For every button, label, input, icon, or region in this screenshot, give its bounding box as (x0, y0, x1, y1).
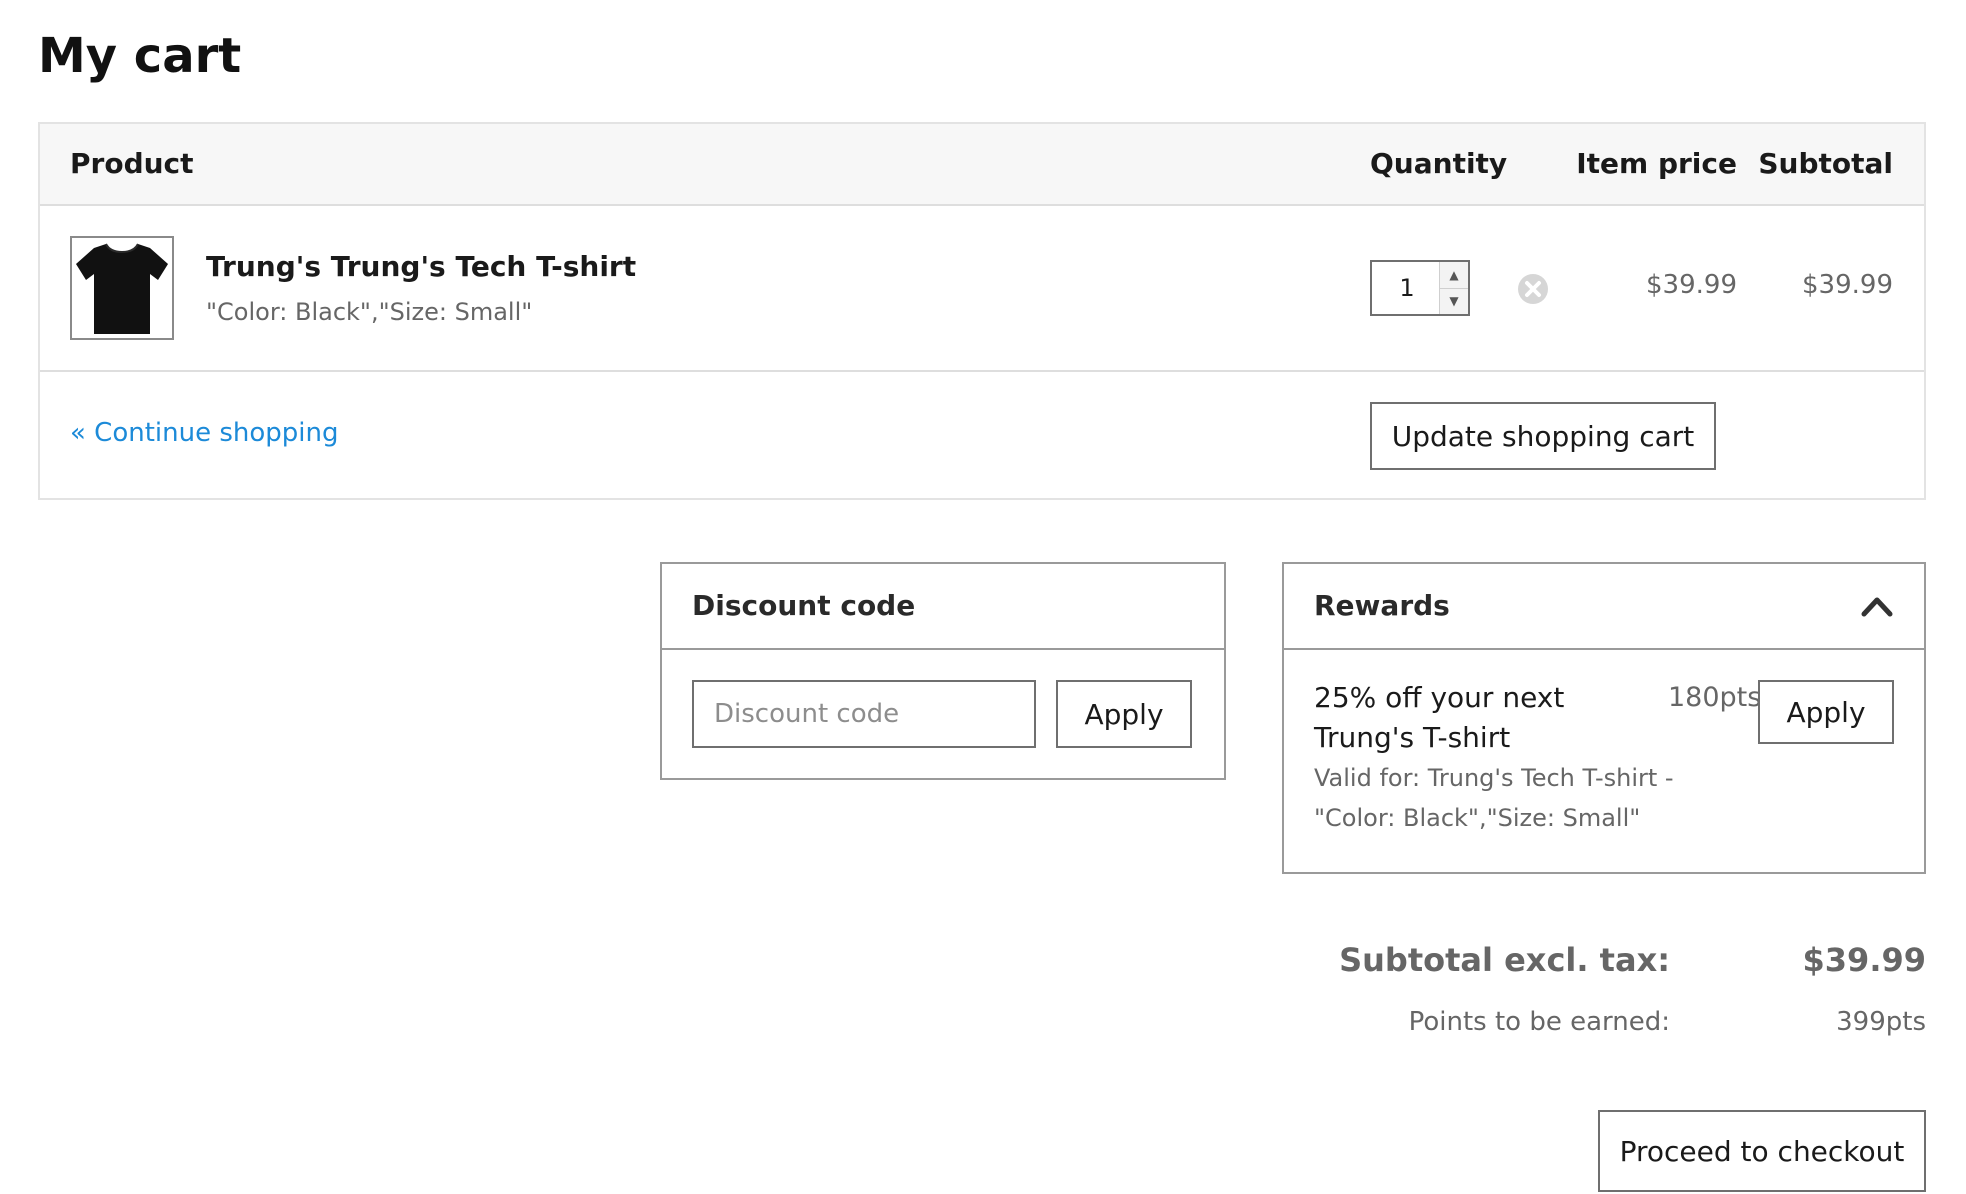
cart-table-header: Product Quantity Item price Subtotal (40, 124, 1924, 206)
cart-table: Product Quantity Item price Subtotal Tru… (38, 122, 1926, 500)
black-tshirt-image (76, 243, 168, 334)
subtotal-label: Subtotal excl. tax: (1339, 941, 1670, 979)
proceed-to-checkout-button[interactable]: Proceed to checkout (1598, 1110, 1926, 1192)
update-cart-button[interactable]: Update shopping cart (1370, 402, 1716, 470)
product-name[interactable]: Trung's Trung's Tech T-shirt (206, 250, 636, 283)
subtotal-value: $39.99 (1802, 941, 1926, 979)
column-header-subtotal: Subtotal (1758, 147, 1893, 180)
cart-page: My cart Product Quantity Item price Subt… (0, 0, 1966, 1194)
rewards-panel-header[interactable]: Rewards (1284, 564, 1924, 650)
product-thumbnail[interactable] (70, 236, 174, 340)
remove-circle-icon[interactable] (1516, 272, 1550, 306)
discount-code-panel: Discount code Apply (660, 562, 1226, 780)
rewards-panel-title: Rewards (1314, 589, 1450, 622)
points-earned-label: Points to be earned: (1408, 1007, 1670, 1037)
discount-apply-button[interactable]: Apply (1056, 680, 1192, 748)
quantity-spinner: ▲ ▼ (1439, 262, 1468, 314)
discount-panel-header: Discount code (662, 564, 1224, 650)
points-earned-value: 399pts (1836, 1007, 1926, 1037)
discount-panel-title: Discount code (692, 589, 916, 622)
continue-shopping-link[interactable]: « Continue shopping (70, 418, 339, 448)
reward-description: 25% off your next Trung's T-shirt (1314, 681, 1565, 754)
chevron-up-icon[interactable] (1860, 592, 1894, 620)
cart-totals: Subtotal excl. tax: $39.99 Points to be … (1282, 930, 1926, 1060)
column-header-product: Product (70, 147, 194, 180)
column-header-item-price: Item price (1576, 147, 1737, 180)
page-title: My cart (38, 28, 242, 84)
column-header-quantity: Quantity (1370, 147, 1508, 180)
reward-valid-for: Valid for: Trung's Tech T-shirt - "Color… (1314, 764, 1674, 832)
quantity-stepper[interactable]: 1 ▲ ▼ (1370, 260, 1470, 316)
product-variant: "Color: Black","Size: Small" (206, 298, 533, 326)
item-subtotal: $39.99 (1802, 270, 1893, 300)
rewards-panel: Rewards 25% off your next Trung's T-shir… (1282, 562, 1926, 874)
reward-apply-button[interactable]: Apply (1758, 680, 1894, 744)
item-price: $39.99 (1646, 270, 1737, 300)
quantity-input[interactable]: 1 (1372, 262, 1442, 314)
discount-code-input[interactable] (692, 680, 1036, 748)
caret-up-icon[interactable]: ▲ (1440, 262, 1468, 289)
cart-actions: « Continue shopping Update shopping cart (40, 372, 1924, 500)
reward-points: 180pts (1668, 682, 1762, 713)
cart-item-row: Trung's Trung's Tech T-shirt "Color: Bla… (40, 206, 1924, 372)
caret-down-icon[interactable]: ▼ (1440, 288, 1468, 314)
